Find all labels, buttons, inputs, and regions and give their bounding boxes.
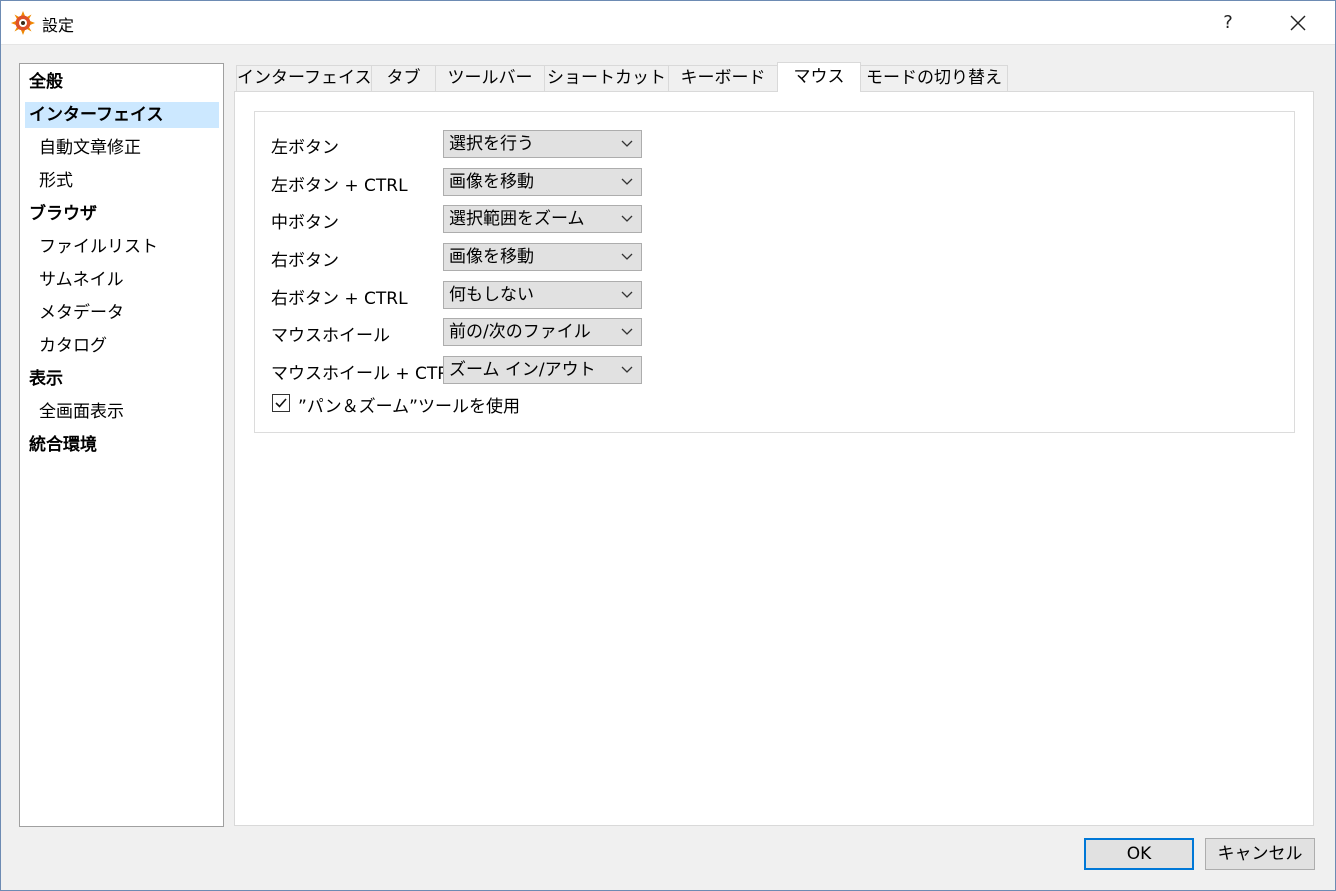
mouse-action-dropdown[interactable]: 前の/次のファイル bbox=[443, 318, 642, 346]
nav-item[interactable]: インターフェイス bbox=[25, 102, 219, 128]
xnview-logo-icon bbox=[11, 11, 35, 35]
close-icon bbox=[1290, 15, 1306, 31]
nav-item[interactable]: メタデータ bbox=[25, 300, 219, 326]
dropdown-selected-value: 何もしない bbox=[449, 285, 534, 305]
pan-zoom-checkbox[interactable] bbox=[272, 394, 290, 412]
mouse-action-label: マウスホイール bbox=[271, 326, 390, 346]
nav-item[interactable]: サムネイル bbox=[25, 267, 219, 293]
nav-item[interactable]: 全画面表示 bbox=[25, 399, 219, 425]
nav-item[interactable]: 表示 bbox=[25, 366, 219, 392]
tab[interactable]: モードの切り替え bbox=[860, 65, 1008, 91]
chevron-down-icon bbox=[621, 291, 633, 298]
cancel-button[interactable]: キャンセル bbox=[1205, 838, 1315, 870]
mouse-settings-group: ”パン＆ズーム”ツールを使用 左ボタン 選択を行う左ボタン + CTRL 画像を移動… bbox=[254, 111, 1295, 433]
mouse-action-label: 右ボタン + CTRL bbox=[271, 289, 408, 309]
ok-button[interactable]: OK bbox=[1084, 838, 1194, 870]
chevron-down-icon bbox=[621, 328, 633, 335]
pan-zoom-label: ”パン＆ズーム”ツールを使用 bbox=[298, 397, 520, 417]
mouse-action-label: 左ボタン + CTRL bbox=[271, 176, 408, 196]
checkmark-icon bbox=[275, 398, 287, 408]
mouse-action-dropdown[interactable]: 選択を行う bbox=[443, 130, 642, 158]
nav-item[interactable]: 統合環境 bbox=[25, 432, 219, 458]
mouse-action-dropdown[interactable]: 選択範囲をズーム bbox=[443, 205, 642, 233]
mouse-action-label: マウスホイール + CTRL bbox=[271, 364, 459, 384]
nav-item[interactable]: 自動文章修正 bbox=[25, 135, 219, 161]
nav-item[interactable]: ファイルリスト bbox=[25, 234, 219, 260]
tab[interactable]: インターフェイス bbox=[236, 65, 372, 91]
chevron-down-icon bbox=[621, 253, 633, 260]
mouse-action-dropdown[interactable]: 何もしない bbox=[443, 281, 642, 309]
tab-panel-mouse: ”パン＆ズーム”ツールを使用 左ボタン 選択を行う左ボタン + CTRL 画像を移動… bbox=[234, 91, 1314, 826]
dropdown-selected-value: 画像を移動 bbox=[449, 172, 534, 192]
tab[interactable]: マウス bbox=[777, 62, 861, 92]
nav-item[interactable]: ブラウザ bbox=[25, 201, 219, 227]
chevron-down-icon bbox=[621, 366, 633, 373]
dropdown-selected-value: 選択範囲をズーム bbox=[449, 209, 585, 229]
nav-item[interactable]: 全般 bbox=[25, 69, 219, 95]
mouse-action-label: 中ボタン bbox=[271, 213, 339, 233]
dropdown-selected-value: 選択を行う bbox=[449, 134, 534, 154]
settings-category-tree: 全般インターフェイス 自動文章修正 形式ブラウザファイルリスト サムネイルメタデータカ… bbox=[19, 63, 224, 827]
dropdown-selected-value: ズーム イン/アウト bbox=[449, 360, 596, 380]
mouse-action-dropdown[interactable]: 画像を移動 bbox=[443, 243, 642, 271]
chevron-down-icon bbox=[621, 178, 633, 185]
tab[interactable]: ツールバー bbox=[435, 65, 545, 91]
title-bar: 設定 ? bbox=[0, 0, 1336, 45]
close-button[interactable] bbox=[1282, 8, 1314, 38]
tab[interactable]: キーボード bbox=[668, 65, 778, 91]
mouse-action-label: 左ボタン bbox=[271, 138, 339, 158]
tab[interactable]: タブ bbox=[371, 65, 436, 91]
mouse-action-dropdown[interactable]: ズーム イン/アウト bbox=[443, 356, 642, 384]
help-button[interactable]: ? bbox=[1212, 8, 1244, 38]
chevron-down-icon bbox=[621, 215, 633, 222]
dropdown-selected-value: 画像を移動 bbox=[449, 247, 534, 267]
window-title: 設定 bbox=[42, 16, 75, 35]
dropdown-selected-value: 前の/次のファイル bbox=[449, 322, 591, 342]
chevron-down-icon bbox=[621, 140, 633, 147]
nav-item[interactable]: カタログ bbox=[25, 333, 219, 359]
mouse-action-dropdown[interactable]: 画像を移動 bbox=[443, 168, 642, 196]
tab[interactable]: ショートカット bbox=[544, 65, 669, 91]
nav-item[interactable]: 形式 bbox=[25, 168, 219, 194]
mouse-action-label: 右ボタン bbox=[271, 251, 339, 271]
